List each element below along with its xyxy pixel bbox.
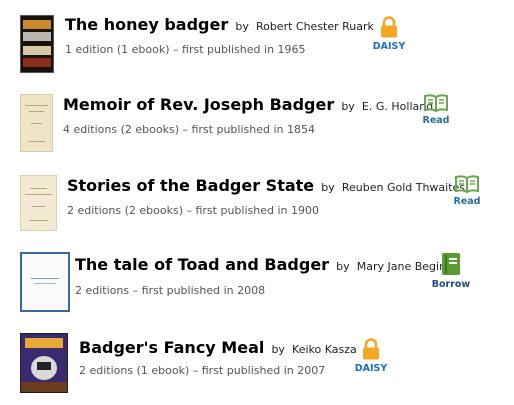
edition-info: 2 editions (1 ebook) – first published i…: [79, 364, 326, 377]
daisy-button[interactable]: DAISY: [364, 16, 414, 52]
book-cover[interactable]: [20, 333, 68, 393]
borrow-label: Borrow: [431, 279, 471, 290]
by-label: by: [341, 100, 355, 113]
open-book-icon: [455, 175, 479, 193]
read-label: Read: [453, 196, 481, 207]
edition-info: 1 edition (1 ebook) – first published in…: [65, 43, 306, 56]
book-title-link[interactable]: Memoir of Rev. Joseph Badger: [63, 95, 334, 114]
lock-icon: [381, 16, 397, 38]
open-book-icon: [424, 94, 448, 112]
author-link[interactable]: Robert Chester Ruark: [256, 20, 374, 33]
edition-info: 4 editions (2 ebooks) – first published …: [63, 123, 315, 136]
book-cover[interactable]: [20, 252, 70, 312]
book-title-link[interactable]: The honey badger: [65, 15, 228, 34]
result-row: The tale of Toad and Badger by Mary Jane…: [0, 244, 514, 314]
closed-book-icon: [442, 253, 460, 275]
book-title-link[interactable]: The tale of Toad and Badger: [75, 255, 329, 274]
edition-info: 2 editions (2 ebooks) – first published …: [67, 204, 319, 217]
by-label: by: [336, 260, 350, 273]
book-cover[interactable]: [20, 94, 53, 152]
daisy-button[interactable]: DAISY: [346, 338, 396, 374]
read-button[interactable]: Read: [442, 175, 492, 207]
daisy-label: DAISY: [354, 363, 388, 374]
borrow-button[interactable]: Borrow: [426, 252, 476, 290]
by-label: by: [271, 343, 285, 356]
daisy-label: DAISY: [372, 41, 406, 52]
result-row: The honey badger by Robert Chester Ruark…: [0, 8, 514, 78]
result-row: Stories of the Badger State by Reuben Go…: [0, 166, 514, 236]
by-label: by: [321, 181, 335, 194]
lock-icon: [363, 338, 379, 360]
read-button[interactable]: Read: [411, 94, 461, 126]
by-label: by: [235, 20, 249, 33]
read-label: Read: [422, 115, 450, 126]
edition-info: 2 editions – first published in 2008: [75, 284, 266, 297]
result-row: Badger's Fancy Meal by Keiko Kasza 2 edi…: [0, 322, 514, 393]
book-cover[interactable]: [20, 15, 54, 73]
book-title-link[interactable]: Stories of the Badger State: [67, 176, 314, 195]
book-title-link[interactable]: Badger's Fancy Meal: [79, 338, 264, 357]
book-cover[interactable]: [20, 175, 57, 231]
result-row: Memoir of Rev. Joseph Badger by E. G. Ho…: [0, 85, 514, 155]
